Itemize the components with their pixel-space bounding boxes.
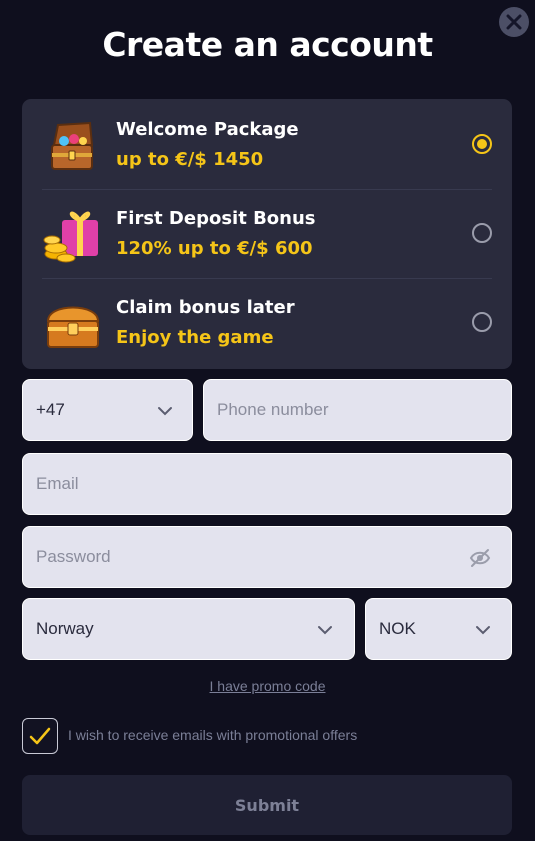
password-input[interactable] — [23, 527, 511, 587]
consent-label: I wish to receive emails with promotiona… — [68, 727, 358, 743]
bonus-title: Claim bonus later — [116, 297, 295, 318]
gift-box-coins-icon — [43, 211, 98, 263]
bonus-option-first-deposit[interactable]: First Deposit Bonus 120% up to €/$ 600 — [42, 190, 492, 279]
currency-value: NOK — [379, 619, 416, 638]
checkmark-icon — [29, 727, 51, 745]
bonus-subtitle: up to €/$ 1450 — [116, 149, 264, 170]
bonus-title: First Deposit Bonus — [116, 208, 316, 229]
phone-code-select[interactable]: +47 — [22, 379, 193, 441]
bonus-subtitle: Enjoy the game — [116, 327, 274, 348]
create-account-modal: Create an account Welcome Package up to … — [0, 0, 535, 841]
email-field[interactable] — [22, 453, 512, 515]
phone-number-field[interactable] — [203, 379, 512, 441]
bonus-radio-selected[interactable] — [472, 134, 492, 154]
consent-checkbox[interactable] — [22, 718, 58, 754]
chevron-down-icon — [158, 407, 172, 416]
treasure-chest-icon — [46, 306, 100, 348]
bonus-title: Welcome Package — [116, 119, 299, 140]
bonus-option-welcome-package[interactable]: Welcome Package up to €/$ 1450 — [42, 101, 492, 190]
country-value: Norway — [36, 619, 94, 638]
treasure-chest-gems-icon — [51, 121, 94, 170]
promo-code-link[interactable]: I have promo code — [0, 678, 535, 694]
bonus-option-claim-later[interactable]: Claim bonus later Enjoy the game — [42, 279, 492, 367]
chevron-down-icon — [476, 626, 490, 635]
phone-number-input[interactable] — [204, 380, 511, 440]
currency-select[interactable]: NOK — [365, 598, 512, 660]
country-select[interactable]: Norway — [22, 598, 355, 660]
bonus-radio[interactable] — [472, 223, 492, 243]
submit-button[interactable]: Submit — [22, 775, 512, 835]
phone-code-value: +47 — [36, 400, 65, 419]
eye-off-icon[interactable] — [469, 547, 491, 569]
bonus-radio[interactable] — [472, 312, 492, 332]
bonus-subtitle: 120% up to €/$ 600 — [116, 238, 313, 259]
chevron-down-icon — [318, 626, 332, 635]
email-input[interactable] — [23, 454, 511, 514]
page-title: Create an account — [102, 25, 433, 64]
bonus-selector: Welcome Package up to €/$ 1450 First Dep… — [22, 99, 512, 369]
password-field[interactable] — [22, 526, 512, 588]
